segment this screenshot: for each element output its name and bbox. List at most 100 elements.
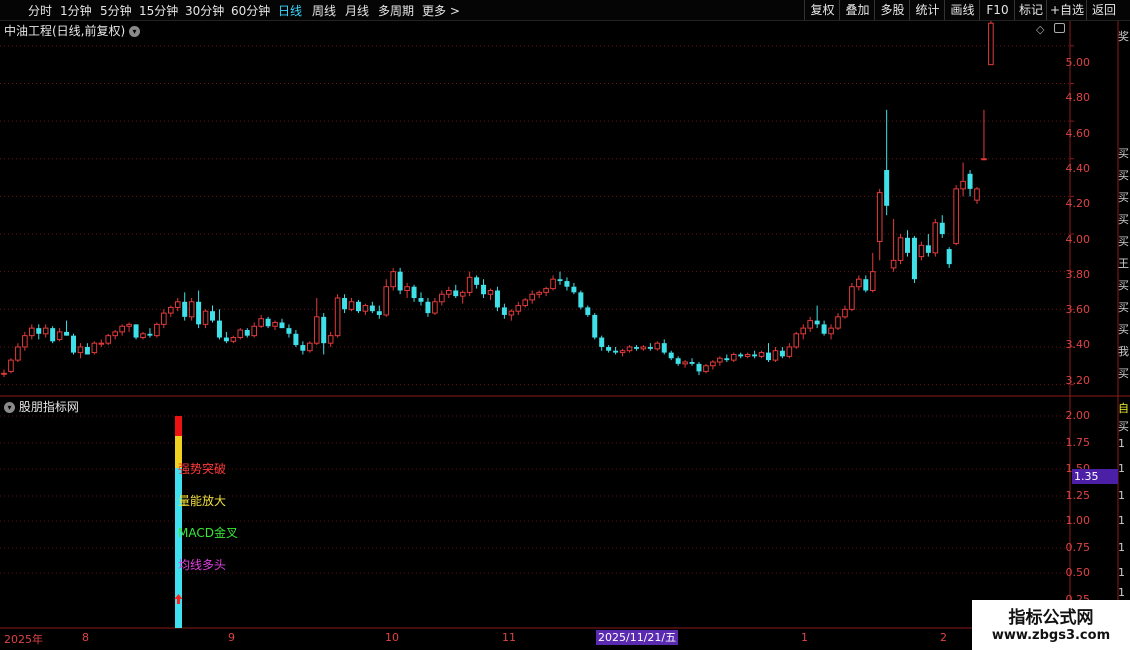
candle-body-up: [98, 342, 105, 345]
candle-body-up: [890, 259, 897, 269]
mark-button[interactable]: 标记: [1014, 0, 1047, 20]
x-axis-label: 2: [940, 631, 947, 644]
candle-body-up: [522, 299, 529, 307]
f10-button[interactable]: F10: [979, 0, 1015, 20]
candle-body-down: [376, 311, 382, 315]
right-edge-char: 买: [1118, 169, 1129, 182]
panel-toggle-icon[interactable]: [1054, 23, 1065, 33]
candle-body-up: [77, 346, 84, 354]
main-chart-title: 中油工程(日线,前复权) ▾: [4, 22, 141, 39]
overlay-button[interactable]: 叠加: [839, 0, 875, 20]
add-watchlist-button[interactable]: +自选: [1046, 0, 1087, 20]
adjust-button[interactable]: 复权: [804, 0, 840, 20]
candle-body-up: [466, 276, 473, 293]
candle-body-down: [196, 301, 202, 325]
candle-body-up: [974, 188, 980, 201]
candle-body-down: [689, 362, 695, 364]
chevron-down-icon[interactable]: ▾: [129, 26, 141, 37]
candle-body-up: [313, 316, 320, 344]
period-tab-multi[interactable]: 多周期: [378, 2, 414, 19]
candle-body-up: [897, 237, 904, 261]
x-axis-label: 2025年: [4, 633, 43, 646]
back-button[interactable]: 返回: [1086, 0, 1121, 20]
candle-body-up: [744, 353, 751, 357]
candle-body-down: [779, 350, 785, 357]
candle-body-up: [849, 286, 855, 310]
candle-body-down: [647, 346, 653, 349]
period-tab-5min[interactable]: 5分钟: [100, 2, 132, 19]
candle-body-down: [84, 346, 90, 355]
candle-body-down: [300, 345, 306, 351]
watermark-logo: 指标公式网 www.zbgs3.com: [972, 600, 1130, 650]
y-tick-label: 4.60: [1065, 127, 1091, 140]
draw-line-button[interactable]: 画线: [944, 0, 980, 20]
candle-body-up: [174, 301, 181, 308]
period-tab-timeshare[interactable]: 分时: [28, 2, 52, 19]
candle-body-up: [758, 352, 765, 357]
period-tab-60min[interactable]: 60分钟: [231, 2, 270, 19]
candle-body-down: [286, 328, 292, 334]
candle-body-down: [342, 298, 348, 310]
candle-body-up: [202, 310, 209, 325]
y-tick-label: 4.40: [1065, 162, 1091, 175]
candle-body-up: [515, 305, 522, 312]
candle-body-down: [766, 352, 771, 361]
x-axis-label: 1: [801, 631, 808, 644]
candle-body-up: [439, 293, 445, 303]
candle-body-down: [36, 328, 42, 334]
right-edge-char: 买: [1118, 279, 1129, 292]
candle-body-up: [112, 331, 119, 337]
right-edge-char: 1: [1118, 489, 1125, 502]
candle-body-down: [752, 354, 758, 357]
signal-strong-breakout: 强势突破: [178, 462, 227, 476]
period-tab-weekly[interactable]: 周线: [312, 2, 336, 19]
candle-body-down: [738, 354, 744, 357]
candle-body-up: [327, 335, 334, 344]
candle-body-down: [724, 358, 730, 361]
kline-chart-canvas[interactable]: [0, 0, 1130, 650]
right-edge-char: 买: [1118, 191, 1129, 204]
candle-body-up: [258, 318, 264, 327]
y-tick-label: 5.00: [1065, 56, 1091, 69]
candle-body-up: [835, 316, 841, 329]
right-edge-char: 买: [1118, 235, 1129, 248]
right-edge-char: 王: [1118, 257, 1129, 270]
candle-body-down: [696, 363, 702, 372]
candle-body-up: [856, 278, 862, 288]
right-edge-char: 买: [1118, 367, 1129, 380]
y-tick-label: 1.75: [1065, 436, 1091, 449]
candle-body-up: [550, 278, 556, 290]
candle-body-up: [932, 222, 939, 254]
right-edge-char: 买: [1118, 301, 1129, 314]
period-tab-monthly[interactable]: 月线: [345, 2, 369, 19]
candle-body-down: [939, 222, 945, 235]
period-tab-more[interactable]: 更多 >: [422, 2, 460, 19]
diamond-icon[interactable]: ◇: [1036, 23, 1044, 36]
candle-body-up: [15, 346, 21, 361]
candle-body-up: [22, 335, 28, 348]
candle-body-up: [828, 327, 834, 335]
candle-body-up: [786, 346, 793, 357]
candle-body-up: [988, 22, 994, 66]
candle-body-down: [369, 305, 375, 312]
chevron-down-icon[interactable]: ▾: [4, 402, 15, 413]
candle-body-down: [501, 307, 507, 315]
candle-body-up: [682, 361, 688, 365]
candle-body-up: [640, 346, 647, 350]
candle-body-up: [793, 333, 800, 348]
candle-body-up: [251, 325, 257, 337]
candle-body-down: [946, 249, 952, 265]
period-tab-30min[interactable]: 30分钟: [185, 2, 224, 19]
candle-body-down: [967, 173, 973, 189]
statistics-button[interactable]: 统计: [909, 0, 945, 20]
candle-body-down: [884, 170, 890, 206]
period-tab-daily[interactable]: 日线: [278, 2, 302, 19]
period-tab-15min[interactable]: 15分钟: [139, 2, 178, 19]
signal-volume-up: 量能放大: [178, 494, 227, 508]
multi-stock-button[interactable]: 多股: [874, 0, 910, 20]
candle-body-up: [154, 323, 160, 337]
period-tab-1min[interactable]: 1分钟: [60, 2, 92, 19]
candle-body-up: [730, 353, 737, 361]
right-edge-char: 我: [1118, 345, 1129, 358]
candle-body-up: [487, 289, 494, 295]
